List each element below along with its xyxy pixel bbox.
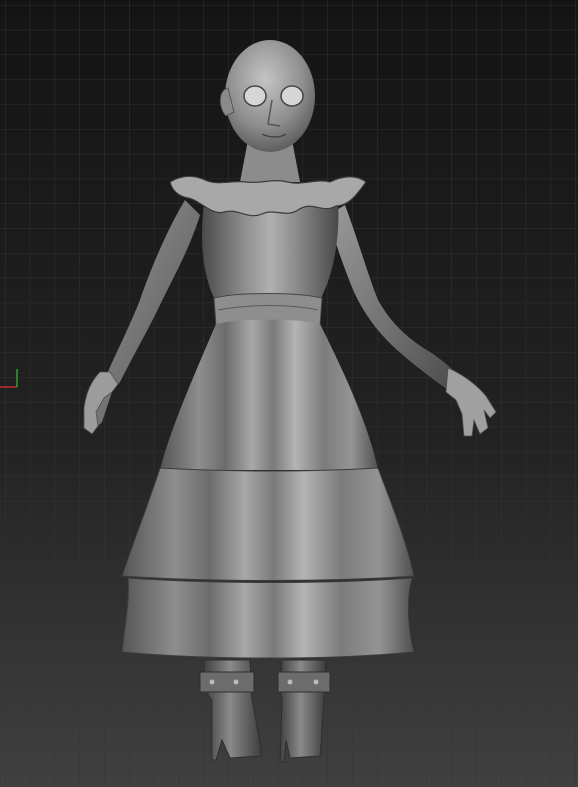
bottom-tier [121, 577, 415, 659]
3d-viewport[interactable] [0, 0, 578, 787]
viewport-canvas[interactable] [0, 0, 578, 787]
right-eye [280, 85, 304, 107]
left-eye [243, 85, 267, 107]
middle-tier [121, 467, 415, 581]
